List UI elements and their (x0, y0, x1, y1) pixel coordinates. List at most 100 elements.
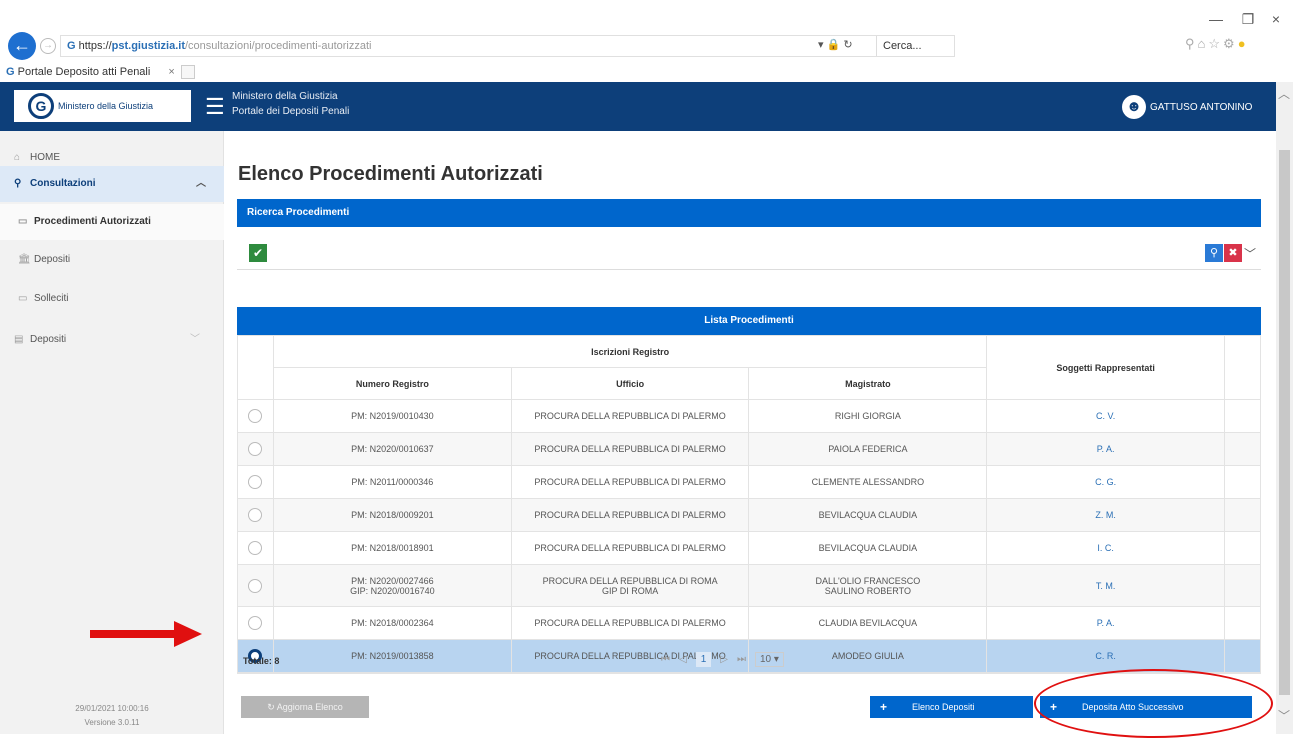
row-select-cell[interactable] (237, 399, 274, 433)
row-radio[interactable] (248, 541, 263, 555)
search-icon[interactable]: ⚲ (1185, 36, 1198, 51)
sidebar-item-depositi[interactable]: 🏛 Depositi (0, 242, 224, 278)
cell-text-secondary: GIP DI ROMA (601, 585, 659, 596)
button-label: Aggiorna Elenco (276, 702, 343, 712)
sidebar-item-depositi-group[interactable]: ▤ Depositi ﹀ (0, 322, 224, 358)
browser-search-input[interactable]: Cerca... (876, 36, 954, 56)
tab-close-icon[interactable]: × (168, 66, 174, 78)
table-row[interactable]: PM: N2018/0018901 PROCURA DELLA REPUBBLIC… (237, 531, 1261, 565)
smiley-icon[interactable]: ● (1238, 36, 1249, 51)
soggetti-link[interactable]: T. M. (1096, 581, 1116, 591)
scroll-down-icon[interactable]: ﹀ (1278, 707, 1290, 724)
tab-favicon: G (6, 66, 18, 78)
table-row[interactable]: PM: N2020/0010637 PROCURA DELLA REPUBBLIC… (237, 432, 1261, 466)
gear-icon[interactable]: ⚙ (1223, 36, 1238, 51)
sidebar-item-label: Procedimenti Autorizzati (34, 216, 151, 227)
hamburger-menu-icon[interactable]: ☰ (205, 96, 225, 118)
table-row[interactable]: PM: N2020/0027466 GIP: N2020/0016740 PROCU… (237, 564, 1261, 607)
row-select-cell[interactable] (237, 432, 274, 466)
search-panel-header[interactable]: Ricerca Procedimenti (237, 199, 1261, 227)
reminder-icon: ▭ (18, 293, 28, 304)
browser-tab[interactable]: G Portale Deposito atti Penali × (6, 62, 216, 82)
numero-cell: PM: N2018/0002364 (272, 606, 512, 640)
folder-icon: ▭ (18, 216, 28, 227)
row-radio[interactable] (248, 409, 263, 423)
soggetti-cell[interactable]: P. A. (986, 432, 1226, 466)
numero-cell: PM: N2018/0018901 (272, 531, 512, 565)
table-row[interactable]: PM: N2018/0009201 PROCURA DELLA REPUBBLIC… (237, 498, 1261, 532)
page-number[interactable]: 1 (695, 652, 712, 667)
soggetti-cell[interactable]: P. A. (986, 606, 1226, 640)
refresh-icon: ↻ (267, 702, 277, 712)
sidebar-item-label: Solleciti (34, 293, 69, 304)
magistrato-cell: RIGHI GIORGIA (748, 399, 988, 433)
soggetti-link[interactable]: C. V. (1096, 411, 1115, 421)
soggetti-cell[interactable]: C. V. (986, 399, 1226, 433)
page-size-select[interactable]: 10 ▾ (754, 652, 784, 667)
row-radio[interactable] (248, 616, 263, 630)
cell-text: DALL'OLIO FRANCESCO (815, 575, 921, 586)
row-radio[interactable] (248, 508, 263, 522)
row-radio[interactable] (248, 442, 263, 456)
sidebar-item-procedimenti[interactable]: ▭ Procedimenti Autorizzati (0, 204, 224, 240)
forward-arrow-icon[interactable]: → (40, 38, 56, 54)
row-select-cell[interactable] (237, 465, 274, 499)
url-prefix: https:// (78, 40, 112, 52)
scroll-up-icon[interactable]: ︿ (1278, 85, 1290, 102)
prev-page-icon[interactable]: ◁ (679, 654, 687, 665)
table-row[interactable]: PM: N2018/0002364 PROCURA DELLA REPUBBLIC… (237, 606, 1261, 640)
ufficio-column-header[interactable]: Ufficio (510, 367, 750, 400)
star-icon[interactable]: ☆ (1208, 36, 1223, 51)
red-arrow-annotation (90, 621, 202, 647)
ufficio-cell: PROCURA DELLA REPUBBLICA DI PALERMO (510, 432, 750, 466)
minimize-button[interactable]: — (1203, 8, 1229, 30)
cell-text: RIGHI GIORGIA (834, 411, 901, 421)
scrollbar-thumb[interactable] (1279, 150, 1290, 695)
sidebar-item-consultazioni[interactable]: ⚲ Consultazioni ︿ (0, 166, 224, 202)
first-page-icon[interactable]: ⏮ (661, 654, 670, 665)
confirm-filter-button[interactable]: ✔ (249, 244, 267, 262)
soggetti-cell[interactable]: I. C. (986, 531, 1226, 565)
address-icons[interactable]: ▾ 🔒 ↻ (818, 38, 853, 51)
soggetti-link[interactable]: C. G. (1095, 477, 1116, 487)
row-select-cell[interactable] (237, 564, 274, 607)
numero-column-header[interactable]: Numero Registro (272, 367, 512, 400)
table-row[interactable]: PM: N2019/0010430 PROCURA DELLA REPUBBLIC… (237, 399, 1261, 433)
refresh-icon[interactable]: ↻ (843, 39, 852, 51)
url-host: pst.giustizia.it (111, 40, 185, 52)
back-arrow-icon[interactable]: ← (8, 32, 36, 60)
aggiorna-elenco-button[interactable]: ↻ Aggiorna Elenco (241, 696, 369, 718)
row-select-cell[interactable] (237, 606, 274, 640)
soggetti-cell[interactable]: C. G. (986, 465, 1226, 499)
soggetti-cell[interactable]: Z. M. (986, 498, 1226, 532)
soggetti-link[interactable]: Z. M. (1095, 510, 1116, 520)
soggetti-cell[interactable]: T. M. (986, 564, 1226, 607)
last-page-icon[interactable]: ⏭ (737, 654, 746, 665)
row-select-cell[interactable] (237, 531, 274, 565)
total-count: Totale: 8 (243, 656, 280, 666)
next-page-icon[interactable]: ▷ (720, 654, 728, 665)
browser-toolbar-icons[interactable]: ⚲⌂☆⚙● (1185, 36, 1249, 52)
elenco-depositi-button[interactable]: + Elenco Depositi (870, 696, 1033, 718)
maximize-button[interactable]: ❐ (1235, 8, 1261, 30)
dropdown-icon[interactable]: ▾ (818, 39, 824, 51)
new-tab-button[interactable] (180, 65, 195, 80)
expand-search-icon[interactable]: ﹀ (1244, 245, 1256, 262)
soggetti-link[interactable]: I. C. (1097, 543, 1114, 553)
table-row[interactable]: PM: N2011/0000346 PROCURA DELLA REPUBBLIC… (237, 465, 1261, 499)
clear-search-button[interactable]: ✖ (1224, 244, 1242, 262)
search-button[interactable]: ⚲ (1205, 244, 1223, 262)
user-name[interactable]: GATTUSO ANTONINO (1150, 102, 1252, 113)
row-select-cell[interactable] (237, 498, 274, 532)
user-avatar-icon[interactable]: ☻ (1122, 95, 1146, 119)
close-window-button[interactable]: × (1263, 8, 1289, 30)
magistrato-column-header[interactable]: Magistrato (748, 367, 988, 400)
soggetti-link[interactable]: P. A. (1097, 444, 1115, 454)
sidebar-item-solleciti[interactable]: ▭ Solleciti (0, 281, 224, 317)
actions-cell (1224, 399, 1261, 433)
row-radio[interactable] (248, 578, 263, 593)
soggetti-column-header[interactable]: Soggetti Rappresentati (986, 335, 1226, 400)
home-icon[interactable]: ⌂ (1198, 36, 1209, 51)
soggetti-link[interactable]: P. A. (1097, 618, 1115, 628)
row-radio[interactable] (248, 475, 263, 489)
